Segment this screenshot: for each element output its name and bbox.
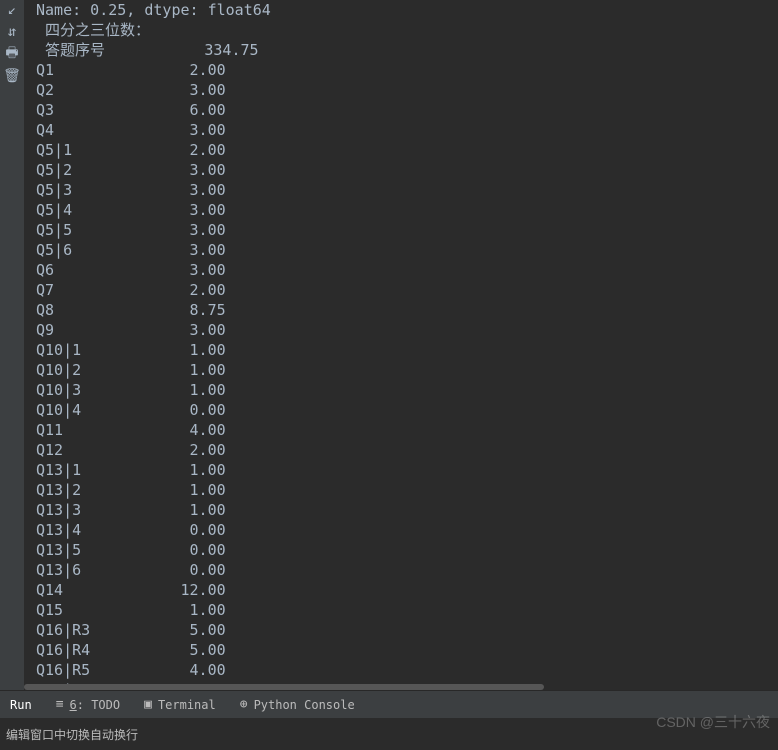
watermark: CSDN @三十六夜 — [656, 712, 770, 732]
terminal-tab-label: Terminal — [158, 698, 216, 712]
scroll-to-end-icon[interactable]: ↙ — [4, 2, 20, 18]
terminal-icon: ▣ — [144, 697, 152, 712]
todo-tab[interactable]: ≡ 6: TODO — [52, 697, 124, 712]
run-tab[interactable]: Run — [6, 698, 36, 712]
python-icon: ⊕ — [240, 697, 248, 712]
trash-icon[interactable]: 🗑 — [4, 68, 20, 84]
console-gutter: ↙ ⇵ 🖶 🗑 — [0, 0, 24, 690]
console-output: Name: 0.25, dtype: float64 四分之三位数： 答题序号 … — [24, 0, 778, 690]
terminal-tab[interactable]: ▣ Terminal — [140, 697, 220, 712]
python-console-tab[interactable]: ⊕ Python Console — [236, 697, 359, 712]
todo-tab-label: 6: TODO — [70, 698, 121, 712]
print-icon[interactable]: 🖶 — [4, 46, 20, 62]
python-console-tab-label: Python Console — [254, 698, 355, 712]
list-icon: ≡ — [56, 697, 64, 712]
status-text: 编辑窗口中切换自动换行 — [6, 726, 138, 743]
soft-wrap-icon[interactable]: ⇵ — [4, 24, 20, 40]
run-tab-label: Run — [10, 698, 32, 712]
